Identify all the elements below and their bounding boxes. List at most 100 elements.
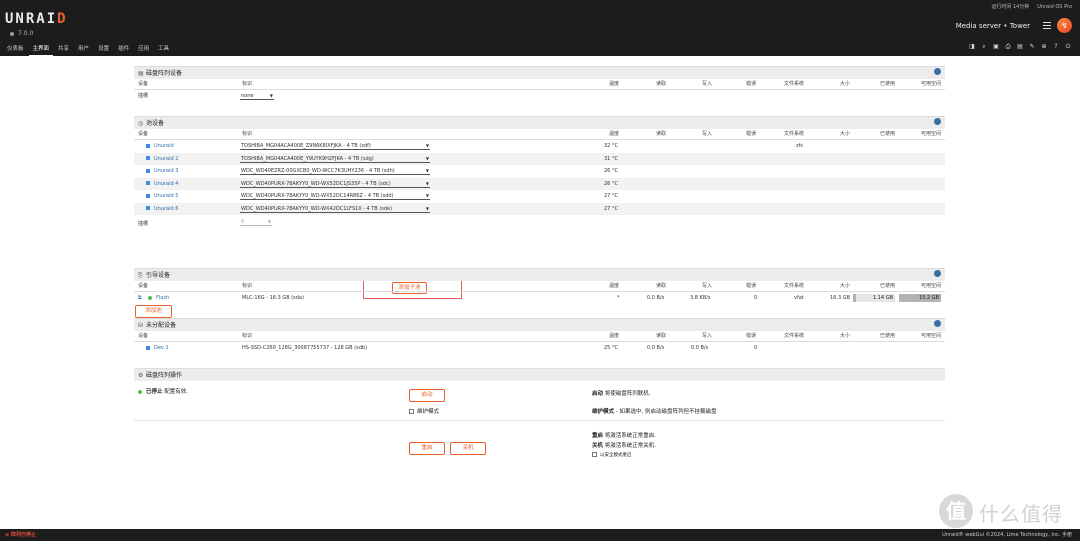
table-row: Unuraid TOSHIBA_MG04ACA400E_Z9N6K8IXFJKA… [134, 140, 945, 153]
unraid-logo[interactable]: UNRAID [5, 11, 68, 27]
device-select[interactable]: WDC_WD40PURX-78AKYY0_WD-WX42DC1LFS10 - 4… [240, 205, 430, 213]
device-select[interactable]: WDC_WD40PURX-78AKYY0_WD-WX52DC14R86Z - 4… [240, 192, 430, 200]
start-button[interactable]: 启动 [409, 389, 445, 402]
main-nav: 仪表板 主界面 共享 用户 设置 插件 应用 工具 [3, 43, 174, 56]
tab-main[interactable]: 主界面 [28, 43, 54, 56]
reboot-description: 重启 将激活系统正常重启. [592, 433, 657, 439]
chevron-down-icon: ▼ [425, 205, 429, 211]
col-fs: 文件系统 [784, 81, 805, 87]
device-errors: 0 [754, 295, 758, 301]
table-row: Dev 1 HS-SSD-C260_128G_30087755737 - 128… [134, 342, 945, 355]
used-bar: 1.14 GB [853, 294, 895, 302]
settings-cog-icon[interactable] [934, 270, 941, 277]
main-content: ▤ 磁盘阵列设备 设备 标识 温度 读取 写入 错误 文件系统 大小 已使用 可用… [0, 56, 1080, 541]
chevron-down-icon: ▼ [425, 168, 429, 173]
device-reads: 0.0 B/s [647, 345, 665, 351]
terminal-icon[interactable]: ▣ [990, 43, 1002, 51]
col-free: 可用空间 [921, 283, 942, 289]
divider [134, 420, 945, 421]
table-row: Unuraid 6 WDC_WD40PURX-78AKYY0_WD-WX42DC… [134, 202, 945, 215]
pool-device-link[interactable]: Unuraid 2 [146, 153, 178, 165]
tab-users[interactable]: 用户 [74, 43, 93, 56]
settings-cog-icon[interactable] [934, 68, 941, 75]
stop-icon: ⊘ [5, 532, 10, 538]
settings-cog-icon[interactable] [934, 118, 941, 125]
col-device: 设备 [138, 131, 149, 137]
chevron-down-icon: ▼ [267, 219, 271, 224]
user-avatar[interactable]: ↯ [1057, 18, 1072, 33]
power-icon[interactable]: ⏻ [1062, 43, 1074, 51]
pool-device-link[interactable]: Unuraid [146, 140, 174, 152]
status-dot-icon [138, 389, 142, 394]
status-footer: ⊘ 阵列已停止 Unraid® webGui ©2024, Lime Techn… [0, 529, 1080, 541]
tab-apps[interactable]: 应用 [134, 43, 153, 56]
device-temp: 26 °C [604, 180, 618, 187]
disk-status-icon [146, 193, 150, 198]
help-icon[interactable]: ? [1050, 43, 1062, 51]
tab-shares[interactable]: 共享 [54, 43, 73, 56]
boot-device-link[interactable]: Flash [148, 292, 169, 304]
add-pool-button[interactable]: 添加池 [135, 305, 172, 318]
panel-title: ◎ 池设备 [134, 116, 945, 129]
col-free: 可用空间 [921, 131, 942, 137]
col-size: 大小 [840, 81, 851, 87]
tab-plugins[interactable]: 插件 [114, 43, 133, 56]
device-identity: MLC-16G - 16.3 GB (sda) [242, 295, 304, 301]
col-temp: 温度 [609, 333, 620, 339]
shutdown-description: 关机 将激活系统正常关机. [592, 443, 657, 449]
hamburger-menu-icon[interactable] [1043, 22, 1051, 29]
col-writes: 写入 [702, 283, 713, 289]
chevron-down-icon: ▼ [269, 93, 273, 98]
tab-settings[interactable]: 设置 [94, 43, 113, 56]
pool-slots-select[interactable]: 6 ▼ [240, 218, 272, 226]
col-fs: 文件系统 [784, 283, 805, 289]
col-errors: 错误 [746, 81, 757, 87]
tab-tools[interactable]: 工具 [154, 43, 173, 56]
pool-device-link[interactable]: Unuraid 6 [146, 203, 178, 215]
shutdown-button[interactable]: 关机 [450, 442, 486, 455]
pool-device-link[interactable]: Unuraid 5 [146, 190, 178, 202]
device-select[interactable]: TOSHIBA_MG04ACA400E_Y9UYK9H2FJKA - 4 TB … [240, 155, 430, 163]
table-header: 设备 标识 温度 读取 写入 错误 文件系统 大小 已使用 可用空间 [134, 79, 945, 90]
col-errors: 错误 [746, 283, 757, 289]
array-slots-select[interactable]: none ▼ [240, 92, 274, 100]
maintenance-mode-option[interactable]: 维护模式 [409, 408, 439, 416]
external-link-icon[interactable]: ⧉ [138, 292, 142, 304]
pool-device-link[interactable]: Unuraid 3 [146, 165, 178, 177]
array-stopped-status: ⊘ 阵列已停止 [5, 532, 36, 538]
device-writes: 3.8 KB/s [690, 295, 711, 301]
log-icon[interactable]: ⎙ [1002, 43, 1014, 51]
table-header: 设备 标识 温度 读取 写入 错误 文件系统 大小 已使用 可用空间 [134, 129, 945, 140]
col-temp: 温度 [609, 81, 620, 87]
reboot-button[interactable]: 重启 [409, 442, 445, 455]
manual-link[interactable]: 手册 [1062, 532, 1072, 538]
device-select[interactable]: WDC_WD40PURX-78AKYY0_WD-WX52DC1JS35P - 4… [240, 180, 430, 188]
table-row: ⧉ Flash MLC-16G - 16.3 GB (sda) * 0.0 B/… [134, 292, 945, 305]
settings-cog-icon[interactable] [934, 320, 941, 327]
safe-mode-option[interactable]: 以安全模式重启 [592, 452, 632, 460]
device-temp: 27 °C [604, 193, 618, 199]
maintenance-description: 维护模式 - 如果选中, 则启动磁盘阵列但不挂载磁盘 [592, 409, 717, 415]
tab-dashboard[interactable]: 仪表板 [3, 43, 28, 56]
watermark: 值 什么值得买 [939, 494, 1074, 541]
col-reads: 读取 [656, 333, 667, 339]
feedback-icon[interactable]: ◨ [966, 43, 978, 51]
pool-device-link[interactable]: Unuraid 4 [146, 178, 178, 190]
device-select[interactable]: TOSHIBA_MG04ACA400E_Z9N6K8IXFJKA - 4 TB … [240, 142, 430, 150]
search-icon[interactable]: ⌕ [978, 43, 990, 51]
status-dot-icon [10, 31, 14, 36]
device-temp: 26 °C [604, 168, 618, 174]
pool-devices-panel: ◎ 池设备 设备 标识 温度 读取 写入 错误 文件系统 大小 已使用 可用空间 … [134, 116, 945, 318]
array-devices-panel: ▤ 磁盘阵列设备 设备 标识 温度 读取 写入 错误 文件系统 大小 已使用 可用… [134, 66, 945, 103]
table-header: 设备 标识 温度 读取 写入 错误 文件系统 大小 已使用 可用空间 [134, 331, 945, 342]
start-description: 启动 将使磁盘阵列联机. [592, 391, 651, 397]
maintenance-checkbox[interactable] [409, 409, 414, 414]
gear-icon: ⚙ [138, 372, 144, 379]
panel-title: ⎘ 引导设备 [134, 268, 945, 281]
notifications-icon[interactable]: ▤ [1014, 43, 1026, 51]
language-icon[interactable]: ⊕ [1038, 43, 1050, 51]
unassigned-device-link[interactable]: Dev 1 [146, 342, 169, 354]
safe-mode-checkbox[interactable] [592, 452, 597, 457]
edit-icon[interactable]: ✎ [1026, 43, 1038, 51]
device-select[interactable]: WDC_WD40EZRZ-00GXCB0_WD-WCC7K3UHY236 - 4… [240, 167, 430, 175]
